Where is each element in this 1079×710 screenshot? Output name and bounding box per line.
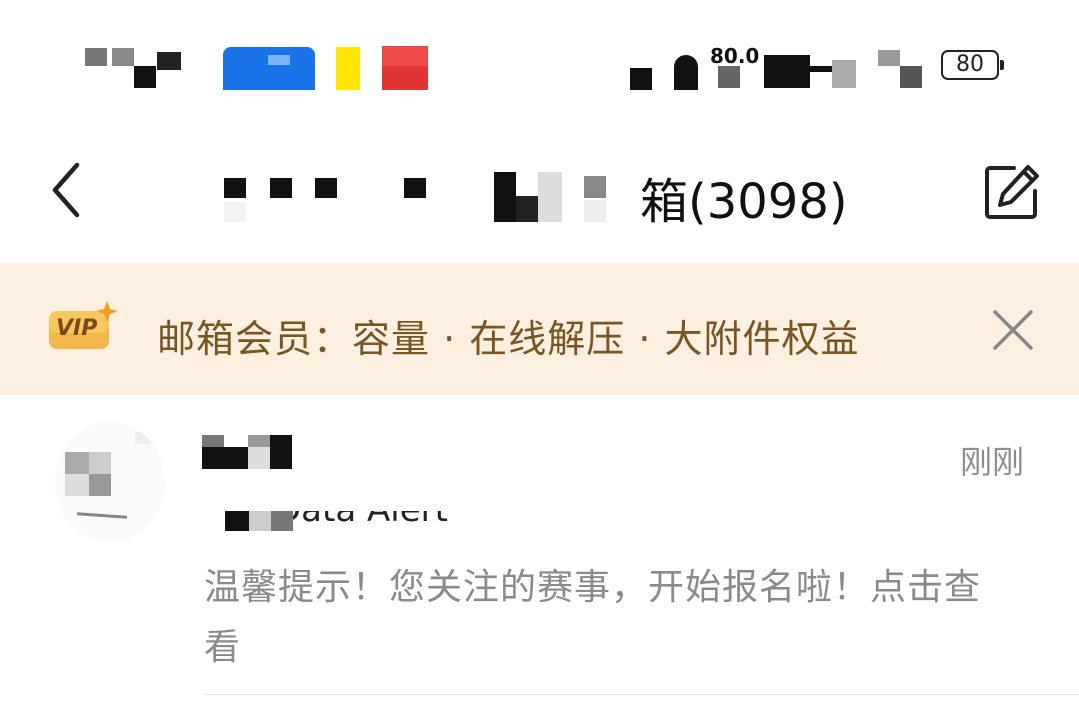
mail-time: 刚刚 bbox=[960, 443, 1025, 481]
vip-banner-text: 邮箱会员：容量 · 在线解压 · 大附件权益 bbox=[157, 317, 860, 361]
mail-subject-text: Data Alert bbox=[275, 511, 448, 535]
vip-banner[interactable]: VIP 邮箱会员：容量 · 在线解压 · 大附件权益 bbox=[0, 263, 1079, 395]
battery-tip bbox=[1000, 60, 1004, 70]
back-button[interactable] bbox=[45, 160, 95, 220]
battery-level: 80 bbox=[956, 52, 984, 77]
nav-bar: 箱(3098) bbox=[0, 110, 1079, 262]
mail-preview: 温馨提示！您关注的赛事，开始报名啦！点击查看 bbox=[204, 567, 982, 668]
mail-list-item[interactable]: 刚刚 Data Alert 温馨提示！您关注的赛事，开始报名啦！点击查看 bbox=[0, 395, 1079, 710]
battery-icon: 80 bbox=[941, 50, 1004, 80]
sender-avatar bbox=[55, 422, 165, 542]
vip-badge-label: VIP bbox=[56, 316, 98, 341]
compose-button[interactable] bbox=[984, 164, 1040, 220]
mail-subject: Data Alert bbox=[205, 511, 605, 539]
compose-icon bbox=[985, 165, 1039, 219]
close-icon bbox=[993, 310, 1033, 350]
vip-badge-icon: VIP bbox=[47, 299, 118, 351]
chevron-left-icon bbox=[52, 162, 80, 218]
divider bbox=[204, 694, 1079, 695]
page-title: 箱(3098) bbox=[640, 174, 848, 230]
vip-close-button[interactable] bbox=[990, 307, 1036, 353]
net-speed: 80.0 bbox=[710, 44, 760, 68]
status-bar: 80.0 80 bbox=[0, 0, 1079, 110]
